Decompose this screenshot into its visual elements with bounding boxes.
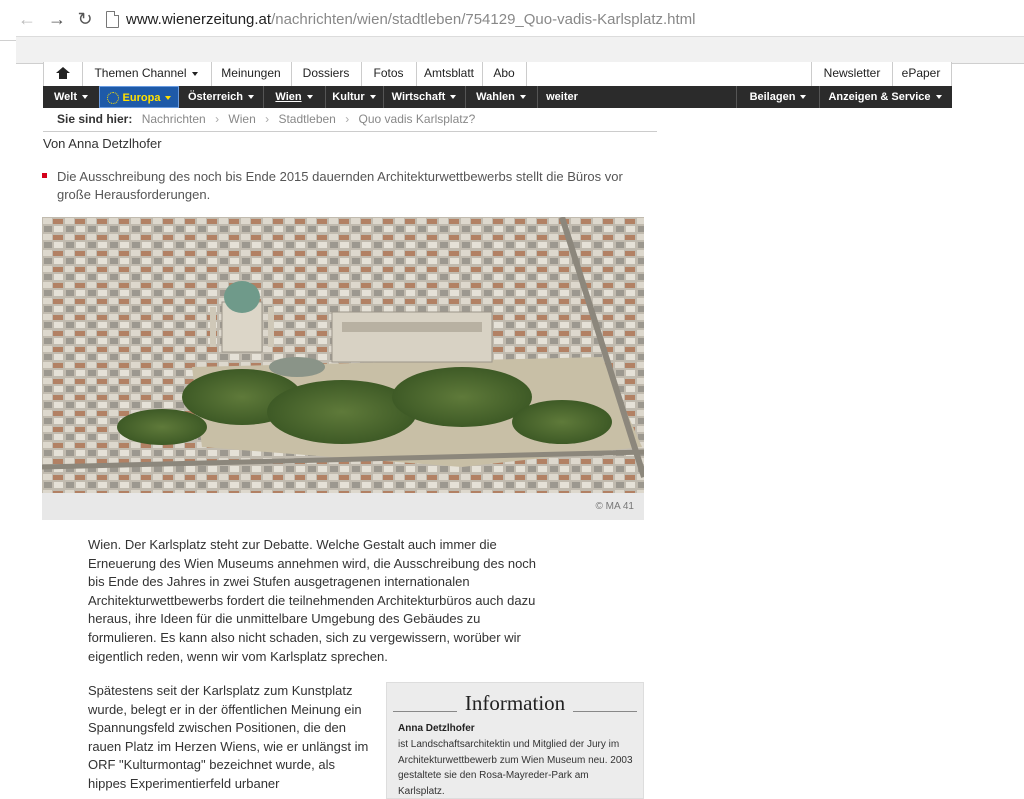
nav-kultur[interactable]: Kultur (325, 86, 384, 108)
address-row: ← → ↻ www.wienerzeitung.at/nachrichten/w… (0, 0, 1024, 41)
nav-abo[interactable]: Abo (482, 62, 527, 86)
breadcrumb-wien[interactable]: Wien (228, 112, 255, 126)
teaser-text: Die Ausschreibung des noch bis Ende 2015… (57, 169, 623, 202)
teaser-bullet-icon (42, 173, 47, 178)
aerial-city-photo (42, 217, 644, 493)
nav-europa[interactable]: Europa (99, 86, 179, 108)
url-path: /nachrichten/wien/stadtleben/754129_Quo-… (271, 11, 696, 28)
information-box: Information Anna Detzlhofer ist Landscha… (386, 682, 644, 799)
nav-dossiers[interactable]: Dossiers (291, 62, 362, 86)
chevron-down-icon (519, 95, 526, 100)
nav-wirtschaft[interactable]: Wirtschaft (383, 86, 466, 108)
nav-weiter[interactable]: weiter (537, 86, 587, 108)
reload-icon[interactable]: ↻ (74, 8, 96, 30)
chevron-down-icon (800, 95, 807, 100)
chevron-down-icon (82, 95, 89, 100)
back-arrow-icon[interactable]: ← (16, 8, 38, 30)
chevron-down-icon (165, 96, 172, 101)
nav-epaper[interactable]: ePaper (891, 62, 952, 86)
breadcrumb: Sie sind hier: Nachrichten › Wien › Stad… (43, 108, 657, 132)
browser-chrome: ← → ↻ www.wienerzeitung.at/nachrichten/w… (0, 0, 1024, 64)
nav-meinungen[interactable]: Meinungen (211, 62, 292, 86)
article-paragraph-2: Spätestens seit der Karlsplatz zum Kunst… (88, 683, 369, 791)
url-bar[interactable]: www.wienerzeitung.at/nachrichten/wien/st… (100, 6, 1024, 34)
photo-credit: © MA 41 (595, 501, 635, 512)
section-navigation: Welt Europa Österreich Wien Kultur Wirts… (43, 86, 952, 108)
url-text[interactable]: www.wienerzeitung.at/nachrichten/wien/st… (126, 11, 696, 28)
breadcrumb-separator-icon: › (215, 112, 220, 126)
chevron-down-icon (248, 95, 255, 100)
article-photo[interactable] (42, 217, 644, 493)
nav-fotos[interactable]: Fotos (361, 62, 417, 86)
chevron-down-icon (369, 95, 376, 100)
breadcrumb-separator-icon: › (265, 112, 270, 126)
chevron-down-icon (450, 95, 457, 100)
breadcrumb-nachrichten[interactable]: Nachrichten (142, 112, 206, 126)
url-host: www.wienerzeitung.at (126, 11, 272, 28)
bookmarks-bar (16, 36, 1024, 64)
chevron-down-icon (306, 95, 313, 100)
home-icon (56, 67, 70, 79)
forward-arrow-icon[interactable]: → (46, 8, 68, 30)
chevron-down-icon (935, 95, 942, 100)
article-author: Von Anna Detzlhofer (43, 136, 162, 151)
breadcrumb-current[interactable]: Quo vadis Karlsplatz? (359, 112, 476, 126)
nav-themen-channel[interactable]: Themen Channel (81, 62, 212, 86)
chevron-down-icon (191, 71, 198, 76)
nav-oesterreich[interactable]: Österreich (179, 86, 264, 108)
article-teaser: Die Ausschreibung des noch bis Ende 2015… (42, 168, 642, 204)
article-paragraph-1: Wien. Der Karlsplatz steht zur Debatte. … (88, 537, 537, 664)
home-button[interactable] (43, 62, 83, 86)
nav-newsletter[interactable]: Newsletter (811, 62, 893, 86)
page-icon (106, 11, 119, 28)
nav-wien[interactable]: Wien (263, 86, 326, 108)
photo-caption: © MA 41 (42, 493, 644, 520)
nav-welt[interactable]: Welt (43, 86, 100, 108)
info-title: Information (387, 691, 643, 716)
nav-amtsblatt[interactable]: Amtsblatt (416, 62, 483, 86)
breadcrumb-separator-icon: › (345, 112, 350, 126)
eu-stars-icon (106, 92, 119, 105)
info-name: Anna Detzlhofer (398, 723, 475, 734)
nav-wahlen[interactable]: Wahlen (465, 86, 538, 108)
nav-beilagen[interactable]: Beilagen (736, 86, 820, 108)
breadcrumb-label: Sie sind hier: (57, 112, 133, 126)
top-navigation: Themen Channel Meinungen Dossiers Fotos … (43, 62, 952, 87)
breadcrumb-stadtleben[interactable]: Stadtleben (278, 112, 335, 126)
info-text: ist Landschaftsarchitektin und Mitglied … (398, 739, 633, 797)
nav-anzeigen-service[interactable]: Anzeigen & Service (818, 86, 952, 108)
